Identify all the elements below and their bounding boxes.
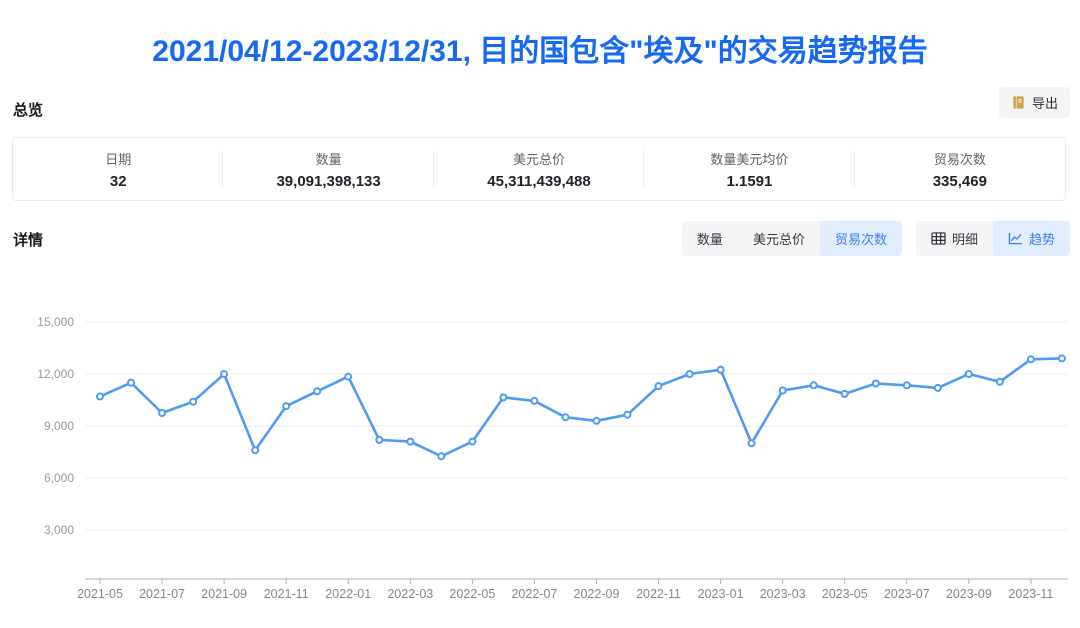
tab-usd-total[interactable]: 美元总价 [738, 221, 820, 256]
overview-heading: 总览 [13, 99, 43, 120]
stat-label: 数量美元均价 [710, 149, 788, 168]
data-point[interactable] [873, 381, 879, 387]
tab-label: 美元总价 [753, 229, 805, 248]
tab-detail-view[interactable]: 明细 [916, 221, 993, 256]
data-point[interactable] [1028, 356, 1034, 362]
y-axis-label: 3,000 [44, 523, 74, 537]
tab-trend-view[interactable]: 趋势 [993, 221, 1070, 256]
stat-label: 数量 [316, 149, 342, 168]
x-axis-label: 2023-09 [946, 587, 992, 601]
x-axis-label: 2022-11 [636, 587, 681, 601]
x-axis-label: 2023-07 [884, 587, 930, 601]
tab-label: 明细 [952, 229, 978, 248]
y-axis-label: 15,000 [37, 315, 74, 329]
data-point[interactable] [345, 374, 351, 380]
stat-usd-total: 美元总价 45,311,439,488 [434, 138, 644, 200]
data-point[interactable] [159, 410, 165, 416]
x-axis-label: 2023-03 [760, 587, 806, 601]
x-axis-label: 2023-05 [822, 587, 868, 601]
stat-quantity: 数量 39,091,398,133 [223, 138, 433, 200]
data-point[interactable] [376, 437, 382, 443]
data-point[interactable] [811, 382, 817, 388]
data-point[interactable] [128, 380, 134, 386]
x-axis-label: 2022-05 [449, 587, 495, 601]
y-axis-label: 6,000 [44, 471, 74, 485]
page-title: 2021/04/12-2023/12/31, 目的国包含"埃及"的交易趋势报告 [0, 26, 1080, 70]
stat-date: 日期 32 [13, 138, 223, 200]
data-point[interactable] [438, 453, 444, 459]
export-ledger-icon [1011, 95, 1026, 110]
stat-label: 贸易次数 [934, 149, 986, 168]
x-axis-label: 2022-07 [511, 587, 557, 601]
stat-value: 1.1591 [726, 173, 772, 190]
data-point[interactable] [531, 398, 537, 404]
x-axis-label: 2022-01 [325, 587, 371, 601]
x-axis-label: 2021-05 [77, 587, 123, 601]
data-point[interactable] [625, 412, 631, 418]
data-point[interactable] [283, 403, 289, 409]
data-point[interactable] [500, 394, 506, 400]
tab-label: 数量 [697, 229, 723, 248]
stat-value: 335,469 [933, 173, 987, 190]
data-point[interactable] [563, 414, 569, 420]
data-point[interactable] [966, 371, 972, 377]
stat-label: 日期 [105, 149, 131, 168]
export-button[interactable]: 导出 [999, 87, 1070, 118]
x-axis-label: 2023-11 [1008, 587, 1053, 601]
tab-label: 趋势 [1029, 229, 1055, 248]
data-point[interactable] [221, 371, 227, 377]
data-point[interactable] [904, 382, 910, 388]
x-axis-label: 2022-03 [387, 587, 433, 601]
data-point[interactable] [997, 379, 1003, 385]
trend-chart-area[interactable]: 3,000 6,000 9,000 12,000 15,000 2021-05 2021-0… [0, 280, 1080, 620]
tab-label: 贸易次数 [835, 229, 887, 248]
x-axis-label: 2021-07 [139, 587, 185, 601]
data-point[interactable] [97, 394, 103, 400]
metric-tab-group: 数量 美元总价 贸易次数 [682, 221, 902, 256]
data-point[interactable] [594, 418, 600, 424]
x-axis-label: 2022-09 [574, 587, 620, 601]
data-point[interactable] [252, 447, 258, 453]
overview-stats-card: 日期 32 数量 39,091,398,133 美元总价 45,311,439,… [12, 137, 1066, 201]
export-button-label: 导出 [1032, 93, 1058, 112]
x-axis-label: 2021-09 [201, 587, 247, 601]
data-point[interactable] [469, 439, 475, 445]
data-point[interactable] [935, 385, 941, 391]
y-axis-label: 12,000 [37, 367, 74, 381]
data-point[interactable] [842, 391, 848, 397]
details-toolbar: 数量 美元总价 贸易次数 明细 [682, 221, 1070, 256]
x-axis-label: 2023-01 [698, 587, 744, 601]
trend-line [100, 358, 1062, 456]
y-axis-label: 9,000 [44, 419, 74, 433]
x-axis-label: 2021-11 [264, 587, 309, 601]
details-heading: 详情 [13, 229, 43, 250]
view-tab-group: 明细 趋势 [916, 221, 1070, 256]
trend-icon [1008, 232, 1023, 245]
data-point[interactable] [656, 383, 662, 389]
stat-trade-count: 贸易次数 335,469 [855, 138, 1065, 200]
data-point[interactable] [718, 367, 724, 373]
data-point[interactable] [687, 371, 693, 377]
stat-value: 32 [110, 173, 127, 190]
data-point[interactable] [749, 440, 755, 446]
data-point[interactable] [190, 399, 196, 405]
table-icon [931, 232, 946, 245]
stat-avg-usd-price: 数量美元均价 1.1591 [644, 138, 854, 200]
data-point[interactable] [780, 388, 786, 394]
stat-value: 45,311,439,488 [487, 173, 590, 190]
data-point[interactable] [1059, 355, 1065, 361]
trend-line-chart[interactable]: 3,000 6,000 9,000 12,000 15,000 2021-05 2021-0… [0, 280, 1080, 620]
tab-trade-count[interactable]: 贸易次数 [820, 221, 902, 256]
stat-value: 39,091,398,133 [276, 173, 380, 190]
tab-quantity[interactable]: 数量 [682, 221, 738, 256]
data-point[interactable] [314, 388, 320, 394]
stat-label: 美元总价 [513, 149, 565, 168]
data-point[interactable] [407, 439, 413, 445]
